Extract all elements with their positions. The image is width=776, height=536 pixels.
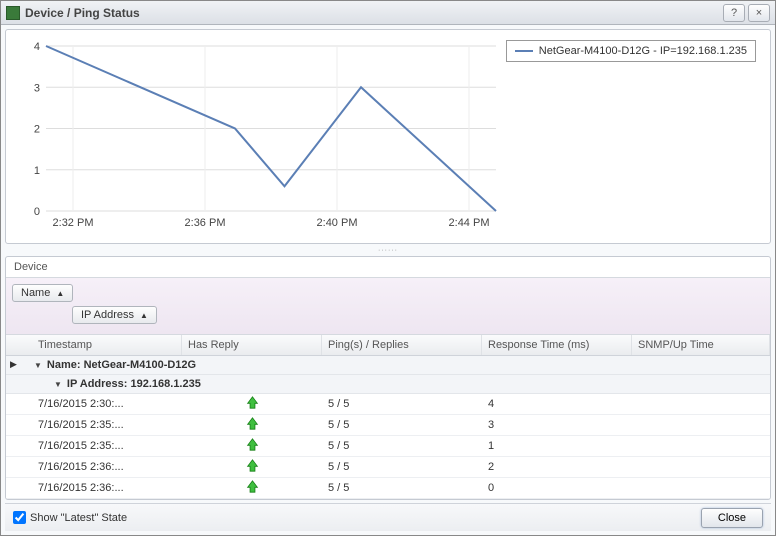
splitter-handle[interactable]: ······ — [5, 247, 771, 253]
show-latest-input[interactable] — [13, 511, 26, 524]
table-row[interactable]: 7/16/2015 2:35:... 5 / 51 — [6, 436, 770, 457]
cell-response-time: 4 — [482, 396, 632, 412]
legend-label: NetGear-M4100-D12G - IP=192.168.1.235 — [539, 45, 747, 57]
col-snmp-uptime[interactable]: SNMP/Up Time — [632, 335, 770, 355]
data-rows[interactable]: ▶ ▼ Name: NetGear-M4100-D12G ▼ IP Addres… — [6, 356, 770, 499]
show-latest-label: Show "Latest" State — [30, 512, 127, 524]
cell-pings: 5 / 5 — [322, 459, 482, 475]
ping-chart: 0 1 2 3 4 2:32 PM 2:36 PM 2:40 PM 2:44 PM — [16, 38, 506, 236]
table-row[interactable]: 7/16/2015 2:35:... 5 / 53 — [6, 415, 770, 436]
cell-has-reply — [182, 478, 322, 498]
cell-timestamp: 7/16/2015 2:30:... — [32, 396, 182, 412]
filter-ip-button[interactable]: IP Address ▲ — [72, 306, 157, 324]
cell-response-time: 1 — [482, 438, 632, 454]
app-icon — [6, 6, 20, 20]
chart-panel: 0 1 2 3 4 2:32 PM 2:36 PM 2:40 PM 2:44 PM NetGea… — [5, 29, 771, 244]
cell-response-time: 3 — [482, 417, 632, 433]
reply-up-icon — [246, 417, 259, 433]
cell-has-reply — [182, 436, 322, 456]
reply-up-icon — [246, 438, 259, 454]
content: 0 1 2 3 4 2:32 PM 2:36 PM 2:40 PM 2:44 PM NetGea… — [1, 25, 775, 535]
chevron-down-icon[interactable]: ▼ — [34, 361, 42, 370]
close-icon: × — [756, 7, 762, 19]
row-expand-arrow[interactable]: ▶ — [10, 359, 17, 370]
svg-text:2:36 PM: 2:36 PM — [185, 217, 226, 229]
cell-pings: 5 / 5 — [322, 438, 482, 454]
svg-text:2: 2 — [34, 124, 40, 136]
cell-timestamp: 7/16/2015 2:36:... — [32, 480, 182, 496]
window: Device / Ping Status ? × 0 1 2 3 4 2:32 PM 2:3… — [0, 0, 776, 536]
cell-pings: 5 / 5 — [322, 480, 482, 496]
close-window-button[interactable]: × — [748, 4, 770, 22]
chevron-down-icon[interactable]: ▼ — [54, 380, 62, 389]
cell-response-time: 0 — [482, 480, 632, 496]
svg-text:1: 1 — [34, 165, 40, 177]
cell-pings: 5 / 5 — [322, 396, 482, 412]
table-row[interactable]: 7/16/2015 2:36:... 5 / 50 — [6, 478, 770, 499]
reply-up-icon — [246, 396, 259, 412]
group-name-label: Name: NetGear-M4100-D12G — [47, 359, 196, 371]
column-headers: Timestamp Has Reply Ping(s) / Replies Re… — [6, 335, 770, 356]
cell-timestamp: 7/16/2015 2:35:... — [32, 417, 182, 433]
device-panel: Device Name ▲ IP Address ▲ Timesta — [5, 256, 771, 500]
svg-text:2:40 PM: 2:40 PM — [317, 217, 358, 229]
cell-timestamp: 7/16/2015 2:35:... — [32, 438, 182, 454]
help-button[interactable]: ? — [723, 4, 745, 22]
col-response-time[interactable]: Response Time (ms) — [482, 335, 632, 355]
sort-asc-icon: ▲ — [140, 311, 148, 320]
show-latest-checkbox[interactable]: Show "Latest" State — [13, 511, 127, 524]
svg-text:2:32 PM: 2:32 PM — [53, 217, 94, 229]
cell-has-reply — [182, 415, 322, 435]
cell-snmp — [632, 486, 770, 490]
cell-snmp — [632, 465, 770, 469]
close-button[interactable]: Close — [701, 508, 763, 528]
svg-text:4: 4 — [34, 41, 40, 53]
cell-snmp — [632, 423, 770, 427]
col-pings[interactable]: Ping(s) / Replies — [322, 335, 482, 355]
group-name-row[interactable]: ▼ Name: NetGear-M4100-D12G — [6, 356, 770, 375]
filter-area: Name ▲ IP Address ▲ — [6, 278, 770, 335]
cell-pings: 5 / 5 — [322, 417, 482, 433]
group-ip-label: IP Address: 192.168.1.235 — [67, 378, 201, 390]
svg-text:2:44 PM: 2:44 PM — [449, 217, 490, 229]
cell-snmp — [632, 444, 770, 448]
filter-ip-label: IP Address — [81, 309, 134, 321]
help-icon: ? — [731, 7, 737, 19]
cell-has-reply — [182, 457, 322, 477]
legend-swatch — [515, 50, 533, 52]
svg-text:0: 0 — [34, 206, 40, 218]
col-has-reply[interactable]: Has Reply — [182, 335, 322, 355]
titlebar: Device / Ping Status ? × — [1, 1, 775, 25]
cell-response-time: 2 — [482, 459, 632, 475]
svg-text:3: 3 — [34, 82, 40, 94]
group-ip-row[interactable]: ▼ IP Address: 192.168.1.235 — [6, 375, 770, 394]
window-title: Device / Ping Status — [25, 6, 720, 20]
filter-name-label: Name — [21, 287, 50, 299]
reply-up-icon — [246, 480, 259, 496]
cell-snmp — [632, 402, 770, 406]
table-row[interactable]: 7/16/2015 2:30:... 5 / 54 — [6, 394, 770, 415]
sort-asc-icon: ▲ — [56, 289, 64, 298]
footer: Show "Latest" State Close — [5, 503, 771, 531]
col-timestamp[interactable]: Timestamp — [32, 335, 182, 355]
cell-has-reply — [182, 394, 322, 414]
reply-up-icon — [246, 459, 259, 475]
table-row[interactable]: 7/16/2015 2:36:... 5 / 52 — [6, 457, 770, 478]
chart-legend: NetGear-M4100-D12G - IP=192.168.1.235 — [506, 40, 756, 62]
filter-name-button[interactable]: Name ▲ — [12, 284, 73, 302]
device-panel-header: Device — [6, 257, 770, 278]
cell-timestamp: 7/16/2015 2:36:... — [32, 459, 182, 475]
